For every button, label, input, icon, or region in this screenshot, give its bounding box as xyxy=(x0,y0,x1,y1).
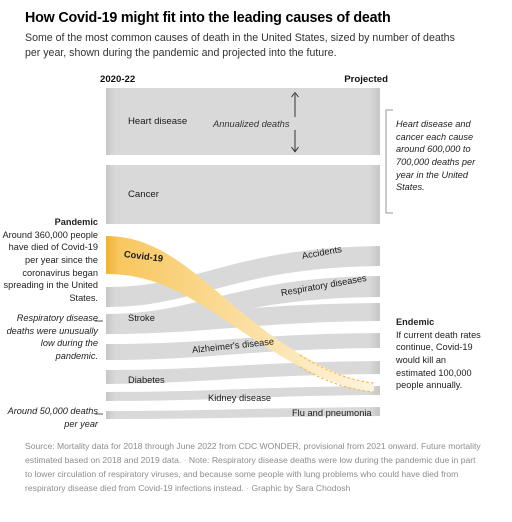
annotation-pandemic-body: Around 360,000 people have died of Covid… xyxy=(2,229,98,304)
label-annualized-deaths: Annualized deaths xyxy=(213,119,290,129)
annotation-pandemic-heading: Pandemic xyxy=(54,217,98,227)
annotation-fifty-thousand: Around 50,000 deaths per year xyxy=(2,405,98,430)
annotation-pandemic: Pandemic Around 360,000 people have died… xyxy=(2,216,98,305)
annotation-heart-cancer: Heart disease and cancer each cause arou… xyxy=(396,118,482,194)
label-stroke: Stroke xyxy=(128,313,155,323)
label-diabetes: Diabetes xyxy=(128,375,165,385)
footer-separator-2: · xyxy=(246,482,250,493)
annotation-heart-cancer-text: Heart disease and cancer each cause arou… xyxy=(396,119,476,193)
annotation-endemic-body: If current death rates continue, Covid-1… xyxy=(396,329,481,391)
annotation-endemic-heading: Endemic xyxy=(396,317,435,327)
infographic-root: How Covid-19 might fit into the leading … xyxy=(0,0,512,522)
annotation-fifty-thousand-text: Around 50,000 deaths per year xyxy=(7,406,98,429)
footer-credit: Graphic by Sara Chodosh xyxy=(251,482,351,493)
label-cancer: Cancer xyxy=(128,189,159,200)
label-flu-and-pneumonia: Flu and pneumonia xyxy=(292,408,372,418)
heart-cancer-bracket xyxy=(385,109,393,214)
annotation-respiratory-note-text: Respiratory disease deaths were unusuall… xyxy=(6,313,98,362)
label-heart-disease: Heart disease xyxy=(128,116,188,127)
footer-separator-1: · xyxy=(183,454,187,465)
footer-notes: Source: Mortality data for 2018 through … xyxy=(25,440,485,496)
annotation-endemic: Endemic If current death rates continue,… xyxy=(396,316,482,392)
annotation-respiratory-note: Respiratory disease deaths were unusuall… xyxy=(2,312,98,363)
label-kidney-disease: Kidney disease xyxy=(208,393,272,403)
